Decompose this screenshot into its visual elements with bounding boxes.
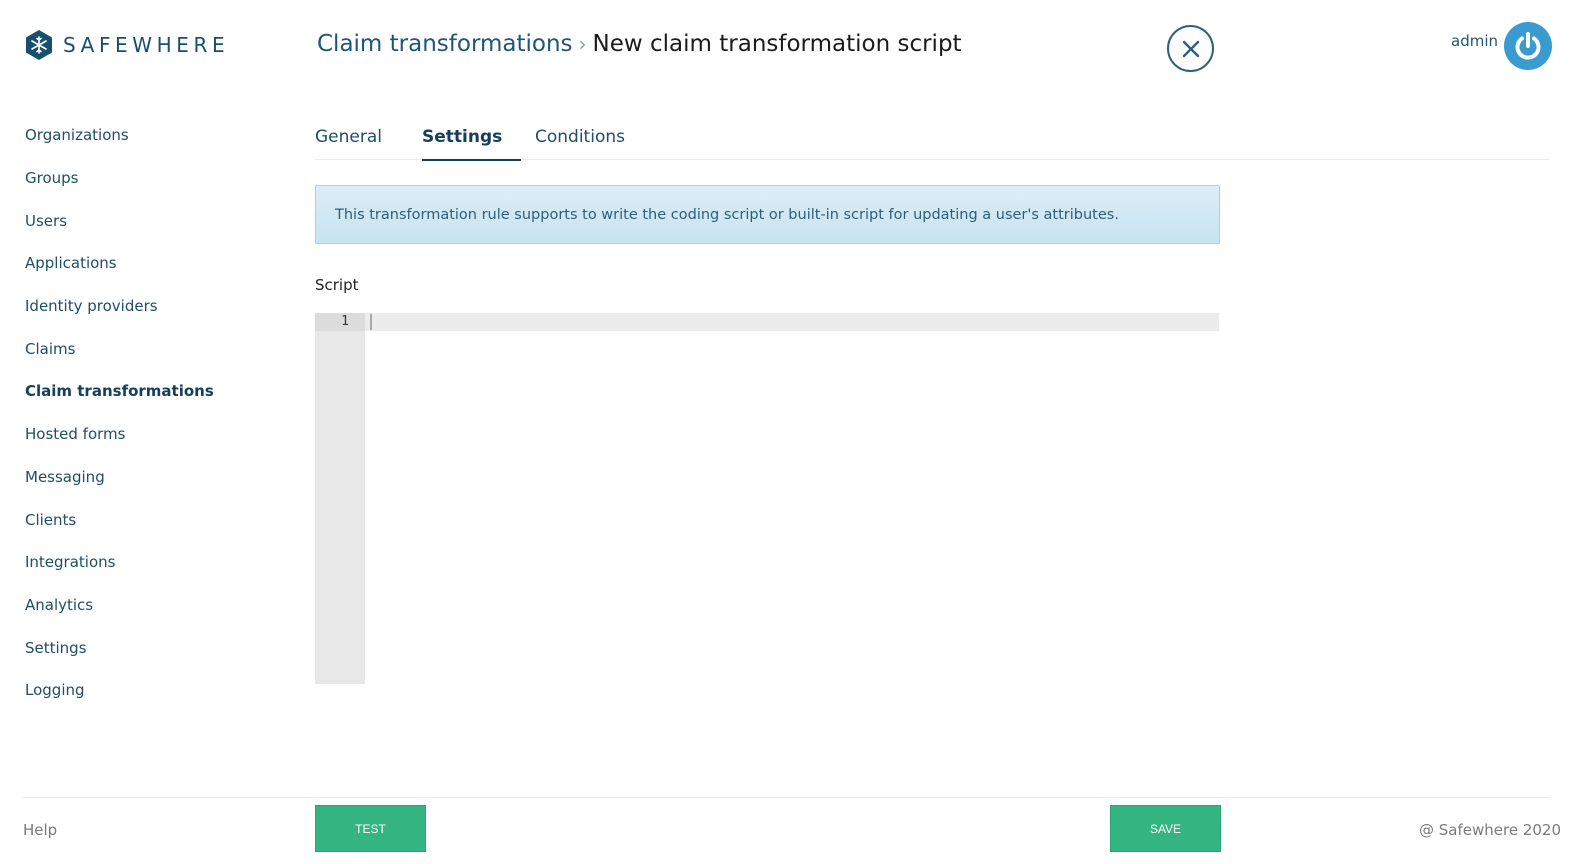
sidebar-item-users[interactable]: Users <box>25 199 265 242</box>
sidebar-item-settings[interactable]: Settings <box>25 626 265 669</box>
sidebar-item-claim-transformations[interactable]: Claim transformations <box>25 370 265 413</box>
brand-name: SAFEWHERE <box>63 33 230 57</box>
sidebar-item-groups[interactable]: Groups <box>25 157 265 200</box>
footer-divider <box>23 797 1550 798</box>
tab-general[interactable]: General <box>315 114 382 160</box>
breadcrumb-separator: › <box>578 32 587 56</box>
brand-logo[interactable]: SAFEWHERE <box>25 29 229 61</box>
sidebar-item-organizations[interactable]: Organizations <box>25 114 265 157</box>
sidebar: Organizations Groups Users Applications … <box>25 114 265 712</box>
info-alert: This transformation rule supports to wri… <box>315 185 1220 244</box>
sidebar-item-integrations[interactable]: Integrations <box>25 541 265 584</box>
info-message: This transformation rule supports to wri… <box>335 206 1119 223</box>
breadcrumb: Claim transformations › New claim transfor… <box>317 31 962 57</box>
sidebar-item-applications[interactable]: Applications <box>25 242 265 285</box>
sidebar-item-logging[interactable]: Logging <box>25 669 265 712</box>
snowflake-hexagon-icon <box>26 30 52 60</box>
tab-settings[interactable]: Settings <box>422 114 522 161</box>
sidebar-item-identity-providers[interactable]: Identity providers <box>25 285 265 328</box>
copyright: @ Safewhere 2020 <box>1419 821 1562 839</box>
editor-gutter <box>315 313 365 684</box>
tab-conditions[interactable]: Conditions <box>535 114 625 160</box>
user-name[interactable]: admin <box>1451 32 1498 50</box>
close-icon <box>1182 40 1199 57</box>
text-cursor <box>370 314 372 330</box>
sidebar-item-hosted-forms[interactable]: Hosted forms <box>25 413 265 456</box>
sidebar-item-claims[interactable]: Claims <box>25 327 265 370</box>
breadcrumb-parent-link[interactable]: Claim transformations <box>317 31 573 57</box>
logout-button[interactable] <box>1504 22 1552 70</box>
page-title: New claim transformation script <box>592 31 962 57</box>
line-number: 1 <box>341 314 349 329</box>
test-button[interactable]: TEST <box>315 805 426 852</box>
script-label: Script <box>315 276 359 294</box>
editor-active-line[interactable] <box>365 313 1219 331</box>
sidebar-item-messaging[interactable]: Messaging <box>25 456 265 499</box>
close-button[interactable] <box>1167 25 1214 72</box>
script-editor[interactable]: 1 <box>315 313 1219 684</box>
tab-bar: General Settings Conditions <box>315 114 1550 161</box>
power-icon <box>1515 32 1541 60</box>
sidebar-item-analytics[interactable]: Analytics <box>25 584 265 627</box>
save-button[interactable]: SAVE <box>1110 805 1221 852</box>
sidebar-item-clients[interactable]: Clients <box>25 498 265 541</box>
help-link[interactable]: Help <box>23 821 57 839</box>
